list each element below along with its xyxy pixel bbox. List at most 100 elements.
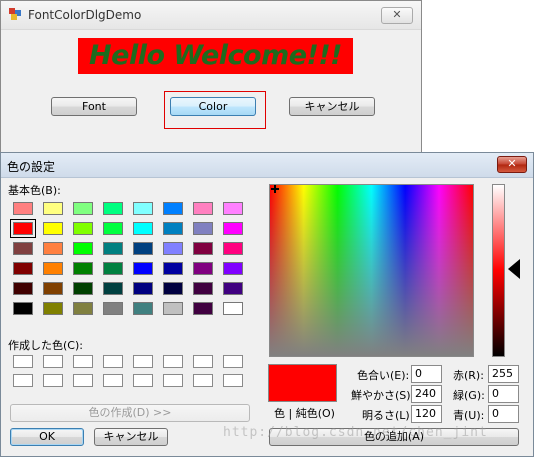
- color-solid-label: 色 | 純色(O): [274, 407, 335, 420]
- basic-color-swatch[interactable]: [163, 202, 183, 215]
- basic-color-swatch[interactable]: [73, 222, 93, 235]
- custom-colors-label: 作成した色(C):: [8, 339, 83, 352]
- basic-color-swatch[interactable]: [163, 242, 183, 255]
- red-label: 赤(R):: [453, 369, 484, 382]
- basic-color-swatch[interactable]: [223, 262, 243, 275]
- basic-color-swatch[interactable]: [163, 262, 183, 275]
- basic-color-swatch[interactable]: [103, 222, 123, 235]
- basic-color-swatch[interactable]: [193, 262, 213, 275]
- basic-color-swatch[interactable]: [133, 282, 153, 295]
- basic-color-swatch[interactable]: [43, 282, 63, 295]
- custom-color-swatch[interactable]: [163, 355, 183, 368]
- hue-field[interactable]: 0: [411, 365, 442, 383]
- font-button[interactable]: Font: [51, 97, 137, 116]
- basic-color-swatch[interactable]: [193, 302, 213, 315]
- custom-color-swatch[interactable]: [223, 374, 243, 387]
- basic-color-swatch[interactable]: [133, 222, 153, 235]
- demo-close-button[interactable]: ✕: [381, 7, 413, 24]
- luminosity-field[interactable]: 120: [411, 405, 442, 423]
- custom-color-swatch[interactable]: [133, 355, 153, 368]
- basic-color-swatch[interactable]: [73, 262, 93, 275]
- color-dialog: 色の設定 ✕ 基本色(B): 作成した色(C): 色の作成(D) >> OK キ…: [0, 152, 534, 457]
- custom-color-swatch[interactable]: [73, 374, 93, 387]
- custom-color-swatch[interactable]: [163, 374, 183, 387]
- basic-color-swatch[interactable]: [13, 262, 33, 275]
- demo-cancel-button[interactable]: キャンセル: [289, 97, 375, 116]
- custom-color-swatch[interactable]: [223, 355, 243, 368]
- color-preview: [268, 364, 337, 402]
- basic-colors-label: 基本色(B):: [8, 184, 61, 197]
- saturation-label: 鮮やかさ(S):: [351, 389, 415, 402]
- color-button[interactable]: Color: [170, 97, 256, 116]
- basic-color-swatch[interactable]: [103, 242, 123, 255]
- green-field[interactable]: 0: [488, 385, 519, 403]
- custom-color-swatch[interactable]: [43, 374, 63, 387]
- app-icon: [9, 8, 21, 20]
- basic-color-swatch[interactable]: [43, 222, 63, 235]
- basic-color-swatch[interactable]: [163, 302, 183, 315]
- basic-color-swatch[interactable]: [133, 242, 153, 255]
- dialog-cancel-button[interactable]: キャンセル: [94, 428, 168, 446]
- basic-color-swatch[interactable]: [103, 262, 123, 275]
- demo-title: FontColorDlgDemo: [28, 8, 142, 22]
- basic-color-swatch[interactable]: [43, 302, 63, 315]
- basic-color-swatch[interactable]: [43, 202, 63, 215]
- basic-color-swatch[interactable]: [163, 222, 183, 235]
- luminance-slider[interactable]: [492, 184, 505, 357]
- blue-label: 青(U):: [453, 409, 485, 422]
- basic-color-swatch[interactable]: [223, 242, 243, 255]
- luminance-arrow-icon[interactable]: [508, 259, 520, 279]
- basic-color-swatch[interactable]: [73, 242, 93, 255]
- custom-color-swatch[interactable]: [103, 374, 123, 387]
- basic-color-swatch[interactable]: [133, 262, 153, 275]
- basic-color-swatch[interactable]: [13, 282, 33, 295]
- basic-color-swatch[interactable]: [73, 302, 93, 315]
- basic-color-swatch[interactable]: [223, 222, 243, 235]
- custom-color-swatch[interactable]: [193, 374, 213, 387]
- custom-color-swatch[interactable]: [73, 355, 93, 368]
- basic-color-swatch[interactable]: [43, 242, 63, 255]
- dialog-title: 色の設定: [7, 160, 56, 174]
- basic-color-swatch[interactable]: [193, 202, 213, 215]
- demo-titlebar: FontColorDlgDemo ✕: [1, 1, 421, 30]
- demo-window: FontColorDlgDemo ✕ Hello Welcome!!! Font…: [0, 0, 422, 156]
- basic-color-swatch[interactable]: [13, 242, 33, 255]
- basic-color-swatch[interactable]: [103, 302, 123, 315]
- luminosity-label: 明るさ(L):: [362, 409, 414, 422]
- hello-text: Hello Welcome!!!: [78, 38, 353, 74]
- red-field[interactable]: 255: [488, 365, 519, 383]
- blue-field[interactable]: 0: [488, 405, 519, 423]
- basic-color-swatch[interactable]: [10, 219, 36, 238]
- saturation-field[interactable]: 240: [411, 385, 442, 403]
- basic-color-swatch[interactable]: [43, 262, 63, 275]
- basic-color-swatch[interactable]: [73, 282, 93, 295]
- custom-color-swatch[interactable]: [103, 355, 123, 368]
- basic-color-swatch[interactable]: [193, 282, 213, 295]
- basic-color-swatch[interactable]: [73, 202, 93, 215]
- green-label: 緑(G):: [453, 389, 485, 402]
- basic-color-swatch[interactable]: [223, 302, 243, 315]
- basic-color-swatch[interactable]: [133, 302, 153, 315]
- spectrum-crosshair-icon: [271, 185, 279, 193]
- custom-color-swatch[interactable]: [13, 355, 33, 368]
- basic-color-swatch[interactable]: [193, 222, 213, 235]
- watermark-text: http://blog.csdn.net/chen_jint: [223, 425, 488, 440]
- basic-color-swatch[interactable]: [13, 202, 33, 215]
- hue-label: 色合い(E):: [357, 369, 410, 382]
- basic-color-swatch[interactable]: [163, 282, 183, 295]
- basic-color-swatch[interactable]: [193, 242, 213, 255]
- basic-color-swatch[interactable]: [13, 302, 33, 315]
- basic-color-swatch[interactable]: [223, 282, 243, 295]
- basic-color-swatch[interactable]: [103, 282, 123, 295]
- basic-color-swatch[interactable]: [133, 202, 153, 215]
- dialog-close-button[interactable]: ✕: [497, 156, 527, 173]
- color-spectrum[interactable]: [269, 184, 474, 357]
- basic-color-swatch[interactable]: [223, 202, 243, 215]
- custom-color-swatch[interactable]: [133, 374, 153, 387]
- define-custom-colors-button[interactable]: 色の作成(D) >>: [10, 404, 250, 422]
- custom-color-swatch[interactable]: [13, 374, 33, 387]
- custom-color-swatch[interactable]: [193, 355, 213, 368]
- basic-color-swatch[interactable]: [103, 202, 123, 215]
- ok-button[interactable]: OK: [10, 428, 84, 446]
- custom-color-swatch[interactable]: [43, 355, 63, 368]
